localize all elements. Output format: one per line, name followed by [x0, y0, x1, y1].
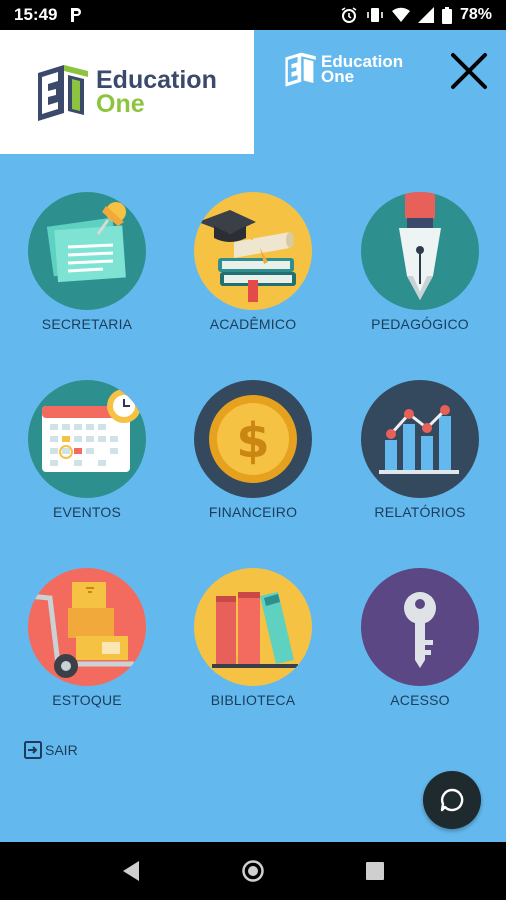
- menu-label-academico: ACADÊMICO: [209, 316, 297, 332]
- alarm-icon: [340, 6, 358, 24]
- education-one-logo-small-icon: [285, 52, 316, 87]
- estoque-icon: [28, 568, 146, 686]
- menu-item-relatorios[interactable]: RELATÓRIOS: [345, 380, 495, 520]
- secretaria-icon: [28, 192, 146, 310]
- menu-label-financeiro: FINANCEIRO: [208, 504, 298, 520]
- chat-button[interactable]: [423, 771, 481, 829]
- close-button[interactable]: [448, 50, 490, 92]
- academico-icon: [194, 192, 312, 310]
- signal-icon: [417, 7, 434, 23]
- pedagogico-icon: [361, 192, 479, 310]
- menu-label-biblioteca: BIBLIOTECA: [210, 692, 296, 708]
- financeiro-icon: $: [194, 380, 312, 498]
- menu-item-acesso[interactable]: ACESSO: [345, 568, 495, 708]
- status-time: 15:49: [14, 5, 58, 24]
- recents-icon: [366, 862, 384, 880]
- status-bar: 15:49 78%: [0, 0, 506, 30]
- menu-label-acesso: ACESSO: [390, 692, 450, 708]
- home-icon: [242, 860, 264, 882]
- back-button[interactable]: [111, 851, 151, 891]
- menu-label-relatorios: RELATÓRIOS: [374, 504, 466, 520]
- menu-item-biblioteca[interactable]: BIBLIOTECA: [178, 568, 328, 708]
- wifi-icon: [391, 7, 410, 23]
- header: Education One Education One: [0, 30, 506, 154]
- menu-label-estoque: ESTOQUE: [52, 692, 122, 708]
- menu-label-pedagogico: PEDAGÓGICO: [371, 316, 469, 332]
- acesso-icon: [361, 568, 479, 686]
- biblioteca-icon: [194, 568, 312, 686]
- logo-text-one: One: [96, 90, 145, 118]
- chat-icon: [440, 788, 464, 812]
- battery-percent: 78%: [459, 6, 492, 23]
- parking-app-icon: [67, 6, 85, 24]
- home-button[interactable]: [233, 851, 273, 891]
- menu-label-secretaria: SECRETARIA: [41, 316, 133, 332]
- menu-label-eventos: EVENTOS: [52, 504, 122, 520]
- menu-item-eventos[interactable]: EVENTOS: [12, 380, 162, 520]
- menu-item-financeiro[interactable]: $ FINANCEIRO: [178, 380, 328, 520]
- header-small-logo: Education One: [283, 50, 403, 88]
- small-logo-text-one: One: [321, 67, 355, 86]
- svg-text:$: $: [236, 413, 269, 469]
- back-icon: [123, 861, 139, 881]
- menu-item-secretaria[interactable]: SECRETARIA: [12, 192, 162, 332]
- education-one-logo-icon: [38, 65, 88, 121]
- close-icon: [451, 53, 487, 89]
- battery-icon: [441, 6, 452, 24]
- logout-button[interactable]: SAIR: [24, 741, 78, 759]
- logout-icon: [24, 741, 42, 759]
- menu-item-estoque[interactable]: ESTOQUE: [12, 568, 162, 708]
- brand-logo: Education One: [0, 30, 254, 154]
- relatorios-icon: [361, 380, 479, 498]
- vibrate-icon: [366, 6, 384, 24]
- logout-label: SAIR: [45, 742, 78, 758]
- eventos-icon: [28, 380, 146, 498]
- android-nav-bar: [0, 842, 506, 900]
- menu-item-pedagogico[interactable]: PEDAGÓGICO: [345, 192, 495, 332]
- recents-button[interactable]: [355, 851, 395, 891]
- logo-text-education: Education: [96, 66, 217, 94]
- menu-item-academico[interactable]: ACADÊMICO: [178, 192, 328, 332]
